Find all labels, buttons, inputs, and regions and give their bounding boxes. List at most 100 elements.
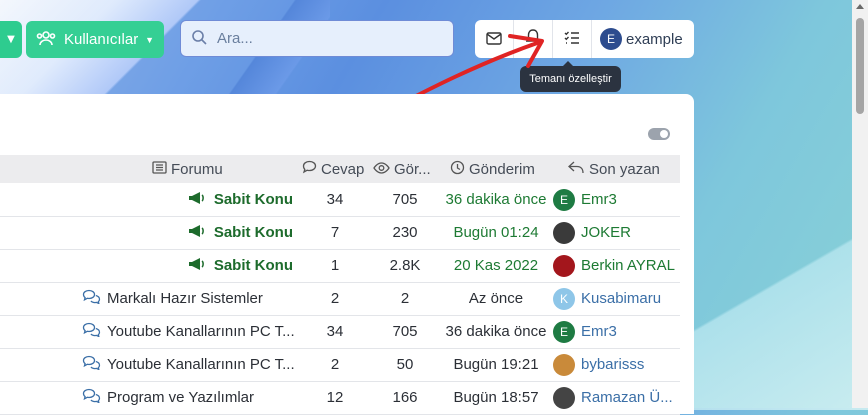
replies-count: 2	[330, 290, 340, 307]
replies-count: 7	[330, 224, 340, 241]
last-poster-cell[interactable]: Berkin AYRAL	[553, 249, 675, 282]
thread-title[interactable]: Sabit Konu	[214, 191, 293, 208]
last-poster-name[interactable]: Emr3	[581, 191, 617, 208]
caret-down-icon: ▼	[7, 34, 15, 45]
thread-title-cell[interactable]: Youtube Kanallarının PC T...	[82, 348, 295, 381]
avatar[interactable]	[553, 254, 575, 277]
avatar: E	[600, 28, 622, 50]
replies-count: 1	[330, 257, 340, 274]
last-poster-name[interactable]: Berkin AYRAL	[581, 257, 675, 274]
post-time[interactable]: 20 Kas 2022	[436, 249, 556, 282]
post-time[interactable]: Az önce	[436, 282, 556, 315]
users-menu-label: Kullanıcılar	[64, 31, 139, 48]
thread-title[interactable]: Sabit Konu	[214, 257, 293, 274]
last-poster-cell[interactable]: bybarisss	[553, 348, 644, 381]
last-poster-name[interactable]: Emr3	[581, 323, 617, 340]
column-replies[interactable]: Cevap	[302, 155, 364, 183]
views-count: 166	[392, 389, 418, 406]
thread-title-cell[interactable]: Program ve Yazılımlar	[82, 381, 254, 414]
post-time[interactable]: Bugün 19:21	[436, 348, 556, 381]
last-poster-name[interactable]: Ramazan Ü...	[581, 389, 673, 406]
column-replies-label: Cevap	[321, 160, 365, 178]
users-icon	[36, 30, 56, 50]
last-poster-name[interactable]: bybarisss	[581, 356, 644, 373]
table-row[interactable]: Sabit Konu 1 2.8K 20 Kas 2022 Berkin AYR…	[0, 249, 680, 283]
users-menu-button[interactable]: Kullanıcılar ▼	[26, 21, 164, 58]
account-menu[interactable]: E example	[592, 20, 694, 58]
last-poster-name[interactable]: JOKER	[581, 224, 631, 241]
views-count: 50	[396, 356, 414, 373]
scrollbar-thumb[interactable]	[856, 18, 864, 114]
background-decoration	[690, 210, 868, 410]
replies-count: 34	[326, 323, 344, 340]
avatar[interactable]	[553, 386, 575, 409]
search-icon	[191, 29, 207, 49]
thread-title-cell[interactable]: Youtube Kanallarının PC T...	[82, 315, 295, 348]
table-row[interactable]: Sabit Konu 7 230 Bugün 01:24 JOKER	[0, 216, 680, 250]
table-row[interactable]: Youtube Kanallarının PC T... 34 705 36 d…	[0, 315, 680, 349]
views-count: 705	[392, 323, 418, 340]
last-poster-cell[interactable]: JOKER	[553, 216, 631, 249]
views-count: 705	[392, 191, 418, 208]
column-posted[interactable]: Gönderim	[450, 155, 535, 183]
scroll-up-arrow[interactable]	[856, 4, 864, 9]
thread-title[interactable]: Markalı Hazır Sistemler	[107, 290, 263, 307]
views-count: 2.8K	[389, 257, 421, 274]
table-header: Forumu Cevap Gör... Gönderim Son yazan	[0, 155, 680, 183]
megaphone-icon	[188, 191, 206, 209]
last-poster-cell[interactable]: Ramazan Ü...	[553, 381, 673, 414]
avatar[interactable]	[553, 221, 575, 244]
avatar[interactable]	[553, 353, 575, 376]
last-poster-cell[interactable]: K Kusabimaru	[553, 282, 661, 315]
thread-title[interactable]: Youtube Kanallarının PC T...	[107, 356, 295, 373]
thread-title-cell[interactable]: Sabit Konu	[188, 183, 293, 216]
avatar[interactable]: E	[553, 188, 575, 211]
username: example	[626, 30, 683, 48]
last-poster-cell[interactable]: E Emr3	[553, 183, 617, 216]
caret-down-icon: ▼	[145, 34, 154, 45]
table-row[interactable]: Markalı Hazır Sistemler 2 2 Az önce K Ku…	[0, 282, 680, 316]
thread-title-cell[interactable]: Sabit Konu	[188, 249, 293, 282]
comments-icon	[82, 388, 101, 407]
clock-icon	[450, 160, 469, 179]
post-time[interactable]: Bugün 01:24	[436, 216, 556, 249]
replies-count: 12	[326, 389, 344, 406]
checklist-icon	[564, 30, 580, 49]
avatar[interactable]: K	[553, 287, 575, 310]
post-time[interactable]: Bugün 18:57	[436, 381, 556, 414]
column-forum[interactable]: Forumu	[152, 155, 223, 183]
comments-icon	[82, 355, 101, 374]
column-last-poster-label: Son yazan	[589, 160, 660, 178]
thread-title[interactable]: Youtube Kanallarının PC T...	[107, 323, 295, 340]
megaphone-icon	[188, 257, 206, 275]
reply-icon	[568, 161, 589, 178]
replies-count: 34	[326, 191, 344, 208]
last-poster-name[interactable]: Kusabimaru	[581, 290, 661, 307]
comments-icon	[82, 322, 101, 341]
avatar[interactable]: E	[553, 320, 575, 343]
thread-title-cell[interactable]: Markalı Hazır Sistemler	[82, 282, 263, 315]
comment-icon	[302, 160, 321, 178]
column-last-poster[interactable]: Son yazan	[568, 155, 660, 183]
megaphone-icon	[188, 224, 206, 242]
thread-title[interactable]: Program ve Yazılımlar	[107, 389, 254, 406]
post-time[interactable]: 36 dakika önce	[436, 315, 556, 348]
column-posted-label: Gönderim	[469, 160, 535, 178]
table-row[interactable]: Youtube Kanallarının PC T... 2 50 Bugün …	[0, 348, 680, 382]
thread-title-cell[interactable]: Sabit Konu	[188, 216, 293, 249]
last-poster-cell[interactable]: E Emr3	[553, 315, 617, 348]
column-views[interactable]: Gör...	[373, 155, 431, 183]
table-row[interactable]: Sabit Konu 34 705 36 dakika önce E Emr3	[0, 183, 680, 217]
eye-icon	[373, 161, 394, 178]
replies-count: 2	[330, 356, 340, 373]
views-count: 2	[400, 290, 410, 307]
post-time[interactable]: 36 dakika önce	[436, 183, 556, 216]
comments-icon	[82, 289, 101, 308]
views-count: 230	[392, 224, 418, 241]
list-icon	[152, 160, 171, 178]
thread-title[interactable]: Sabit Konu	[214, 224, 293, 241]
dropdown-toggle-button[interactable]: ▼	[0, 21, 22, 58]
column-views-label: Gör...	[394, 160, 431, 178]
view-toggle[interactable]	[648, 128, 670, 140]
table-row[interactable]: Program ve Yazılımlar 12 166 Bugün 18:57…	[0, 381, 680, 415]
